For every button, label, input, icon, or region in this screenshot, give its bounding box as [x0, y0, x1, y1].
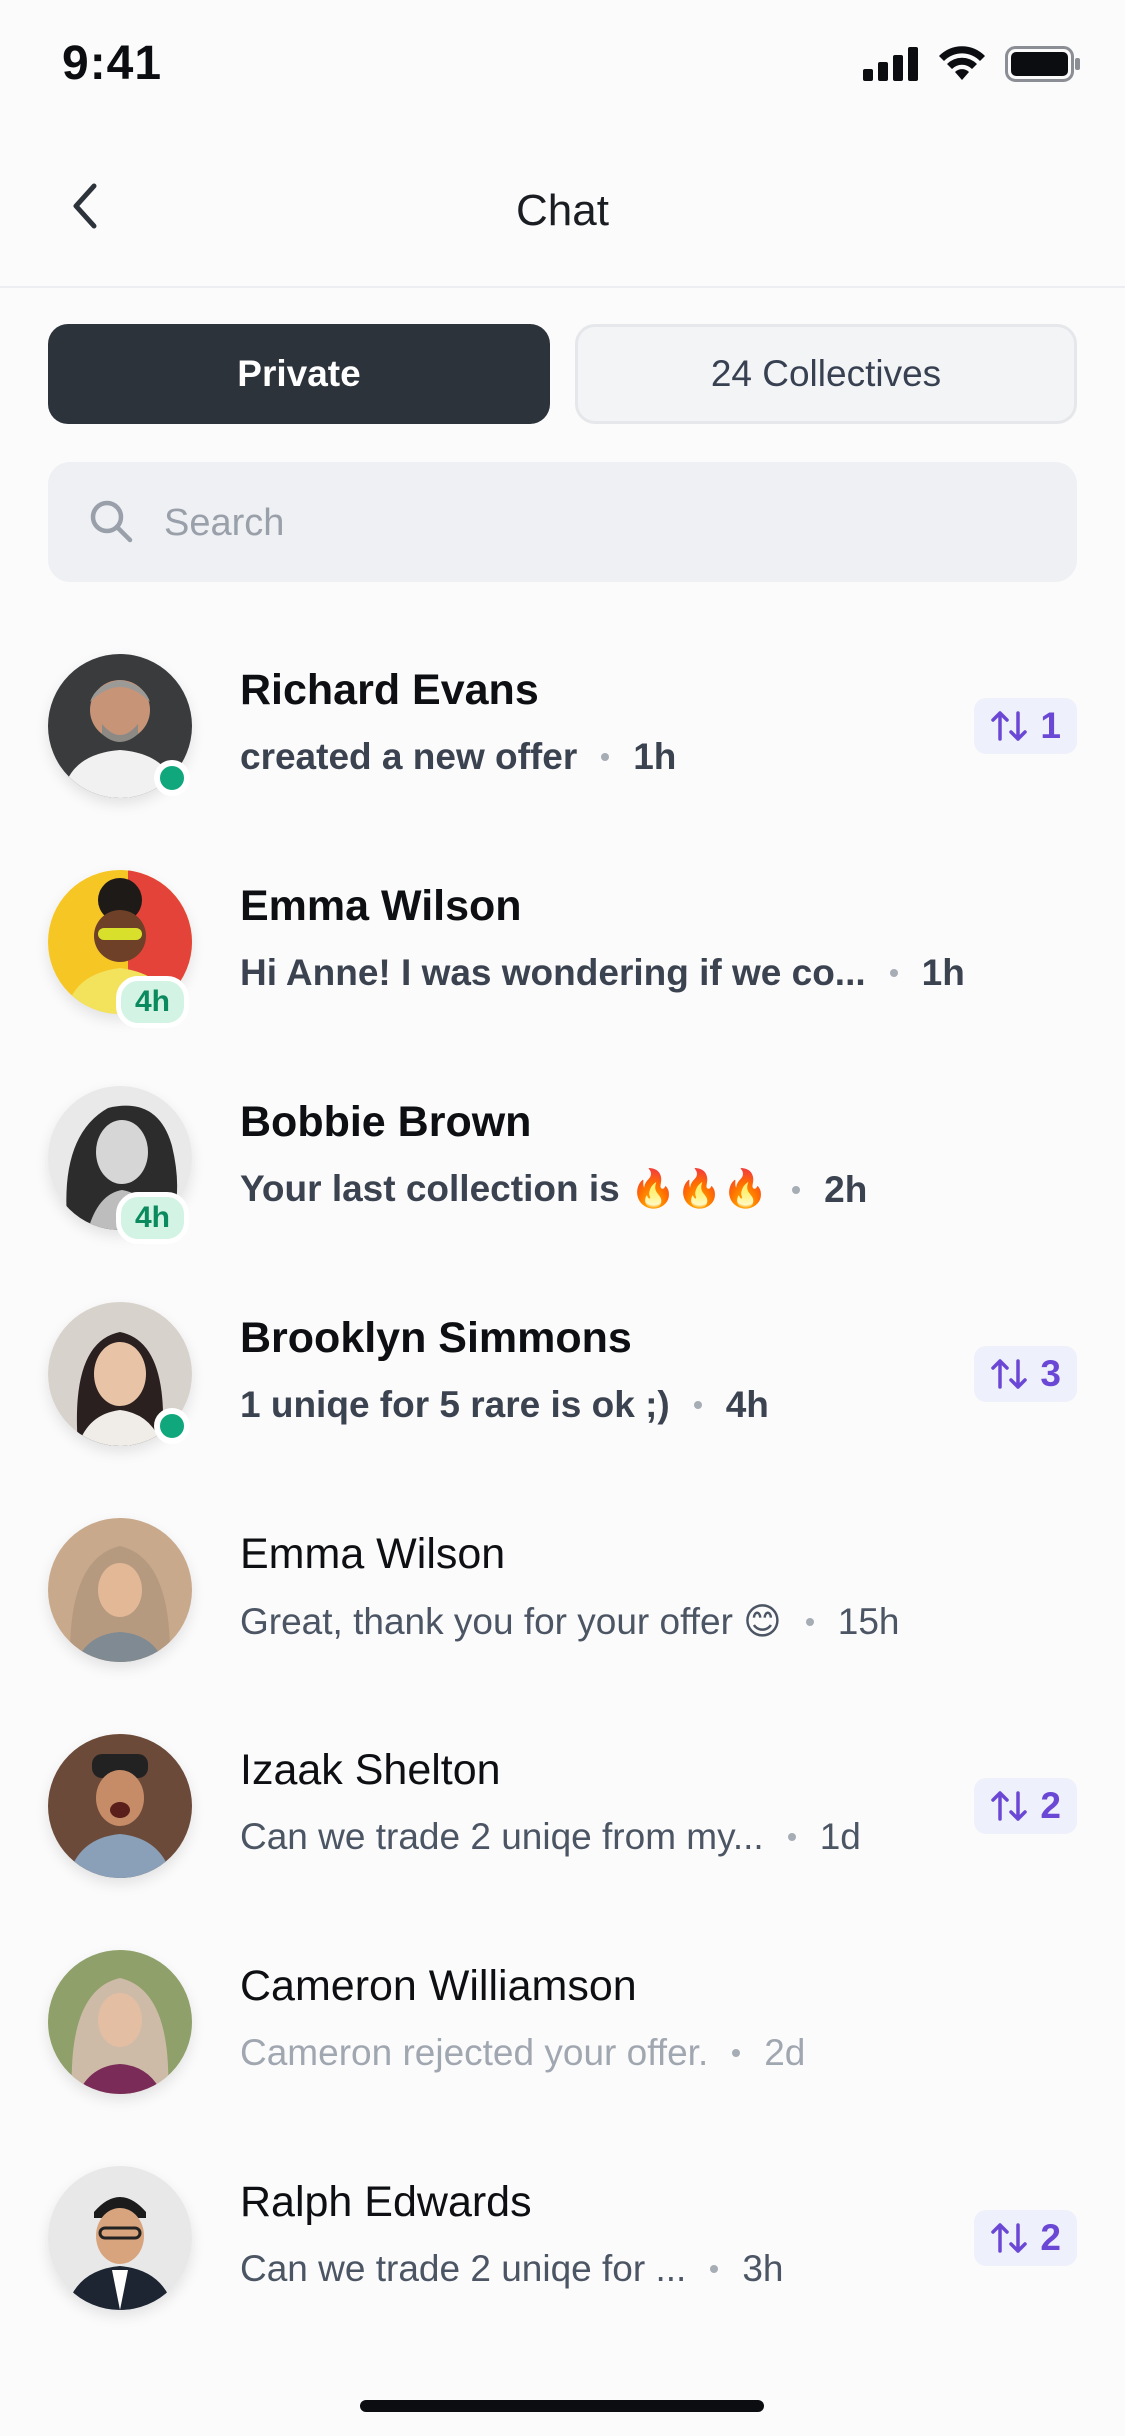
swap-arrows-icon [991, 2223, 1028, 2253]
wifi-icon [939, 46, 985, 80]
separator-dot [693, 1401, 702, 1409]
last-seen-badge: 4h [116, 1192, 190, 1244]
offer-badge: 1 [974, 698, 1077, 754]
separator-dot [710, 2265, 719, 2273]
separator-dot [601, 753, 610, 761]
separator-dot [787, 1833, 796, 1841]
chat-row[interactable]: Emma Wilson Great, thank you for your of… [0, 1500, 1125, 1716]
contact-name: Brooklyn Simmons [240, 1314, 632, 1362]
offer-count: 2 [1040, 1785, 1061, 1826]
swap-arrows-icon [991, 711, 1028, 741]
contact-name: Bobbie Brown [240, 1098, 532, 1146]
offer-badge: 2 [974, 1778, 1077, 1834]
message-time: 2d [764, 2032, 806, 2073]
status-bar: 9:41 [0, 0, 1125, 136]
search-icon [90, 500, 133, 543]
last-seen-badge: 4h [116, 976, 190, 1028]
contact-name: Cameron Williamson [240, 1962, 637, 2010]
chat-row[interactable]: Richard Evans created a new offer 1h 1 [0, 636, 1125, 852]
message-preview: created a new offer 1h [240, 736, 676, 778]
page-title: Chat [516, 186, 609, 235]
message-time: 15h [837, 1600, 900, 1642]
message-preview: Can we trade 2 uniqe for ... 3h [240, 2248, 783, 2290]
avatar [48, 1734, 192, 1878]
separator-dot [732, 2049, 741, 2057]
message-text: 1 uniqe for 5 rare is ok ;) [240, 1384, 670, 1425]
message-time: 2h [824, 1168, 868, 1210]
contact-name: Emma Wilson [240, 1530, 506, 1578]
avatar [48, 1950, 192, 2094]
message-preview: 1 uniqe for 5 rare is ok ;) 4h [240, 1384, 769, 1426]
cellular-signal-icon [863, 47, 918, 81]
offer-badge: 3 [974, 1346, 1077, 1402]
message-time: 3h [742, 2248, 784, 2289]
contact-name: Izaak Shelton [240, 1746, 501, 1794]
online-indicator [154, 1408, 190, 1444]
message-time: 1h [633, 736, 677, 777]
separator-dot [889, 969, 898, 977]
chat-row[interactable]: Ralph Edwards Can we trade 2 uniqe for .… [0, 2148, 1125, 2364]
offer-count: 3 [1040, 1353, 1061, 1394]
offer-count: 1 [1040, 705, 1061, 746]
chat-row[interactable]: 4h Bobbie Brown Your last collection is … [0, 1068, 1125, 1284]
status-icons [863, 46, 1081, 82]
message-text: created a new offer [240, 736, 578, 777]
online-indicator [154, 760, 190, 796]
message-text: Cameron rejected your offer. [240, 2032, 709, 2073]
message-text: Can we trade 2 uniqe from my... [240, 1816, 764, 1857]
home-indicator[interactable] [360, 2400, 764, 2412]
message-text: Hi Anne! I was wondering if we co... [240, 952, 866, 993]
offer-badge: 2 [974, 2210, 1077, 2266]
swap-arrows-icon [991, 1359, 1028, 1389]
message-text: Your last collection is 🔥🔥🔥 [240, 1168, 769, 1209]
chat-row[interactable]: Brooklyn Simmons 1 uniqe for 5 rare is o… [0, 1284, 1125, 1500]
search-input[interactable] [162, 462, 1046, 584]
swap-arrows-icon [991, 1791, 1028, 1821]
navigation-bar: Chat [0, 136, 1125, 288]
message-preview: Can we trade 2 uniqe from my... 1d [240, 1816, 861, 1858]
message-time: 4h [725, 1384, 769, 1425]
chat-row[interactable]: Cameron Williamson Cameron rejected your… [0, 1932, 1125, 2148]
separator-dot [792, 1185, 801, 1194]
tab-collectives[interactable]: 24 Collectives [575, 324, 1077, 424]
chat-row[interactable]: Izaak Shelton Can we trade 2 uniqe from … [0, 1716, 1125, 1932]
contact-name: Richard Evans [240, 666, 539, 714]
message-preview: Cameron rejected your offer. 2d [240, 2032, 805, 2074]
message-preview: Hi Anne! I was wondering if we co... 1h [240, 952, 965, 994]
separator-dot [805, 1617, 814, 1626]
tab-private[interactable]: Private [48, 324, 550, 424]
battery-icon [1005, 46, 1080, 82]
message-preview: Your last collection is 🔥🔥🔥 2h [240, 1168, 867, 1211]
message-time: 1h [921, 952, 965, 993]
message-text: Can we trade 2 uniqe for ... [240, 2248, 687, 2289]
avatar [48, 2166, 192, 2310]
contact-name: Emma Wilson [240, 882, 522, 930]
offer-count: 2 [1040, 2217, 1061, 2258]
message-preview: Great, thank you for your offer 😊 15h [240, 1600, 900, 1643]
search-bar [48, 462, 1077, 584]
chat-row[interactable]: 4h Emma Wilson Hi Anne! I was wondering … [0, 852, 1125, 1068]
message-time: 1d [819, 1816, 861, 1857]
message-text: Great, thank you for your offer 😊 [240, 1601, 782, 1642]
avatar [48, 1518, 192, 1662]
status-time: 9:41 [62, 37, 163, 90]
contact-name: Ralph Edwards [240, 2178, 532, 2226]
